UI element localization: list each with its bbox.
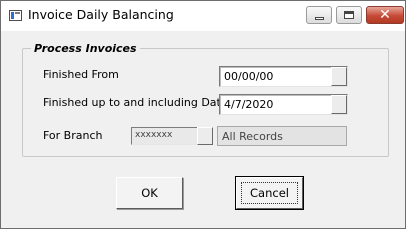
app-icon xyxy=(9,10,22,21)
branch-lookup-button[interactable] xyxy=(197,127,213,145)
minimize-button[interactable] xyxy=(306,6,332,24)
branch-label: For Branch xyxy=(43,129,103,142)
ok-button[interactable]: OK xyxy=(116,177,183,209)
cancel-button[interactable]: Cancel xyxy=(235,176,304,210)
finished-to-value: 4/7/2020 xyxy=(224,98,274,111)
branch-code-value: xxxxxxx xyxy=(135,130,173,140)
dialog-window: Invoice Daily Balancing ✕ Process Invoic… xyxy=(0,0,406,229)
close-icon: ✕ xyxy=(379,6,391,23)
finished-from-label: Finished From xyxy=(43,68,119,81)
maximize-icon xyxy=(344,11,354,19)
close-button[interactable]: ✕ xyxy=(366,6,404,24)
group-title: Process Invoices xyxy=(31,42,140,55)
focus-rectangle xyxy=(241,182,298,204)
window-title: Invoice Daily Balancing xyxy=(28,7,174,22)
maximize-button[interactable] xyxy=(336,6,362,24)
finished-to-label: Finished up to and including Date xyxy=(43,96,228,109)
finished-from-field[interactable]: 00/00/00 xyxy=(219,66,348,87)
branch-name-field: All Records xyxy=(217,126,347,146)
finished-to-dropdown-button[interactable] xyxy=(331,95,347,114)
finished-from-dropdown-button[interactable] xyxy=(331,67,347,86)
title-bar[interactable]: Invoice Daily Balancing ✕ xyxy=(1,1,405,31)
finished-to-field[interactable]: 4/7/2020 xyxy=(219,94,348,115)
branch-name-value: All Records xyxy=(222,130,283,143)
finished-from-value: 00/00/00 xyxy=(224,70,274,83)
branch-code-field[interactable]: xxxxxxx xyxy=(131,127,201,145)
minimize-icon xyxy=(314,16,324,20)
ok-button-label: OK xyxy=(141,186,158,200)
